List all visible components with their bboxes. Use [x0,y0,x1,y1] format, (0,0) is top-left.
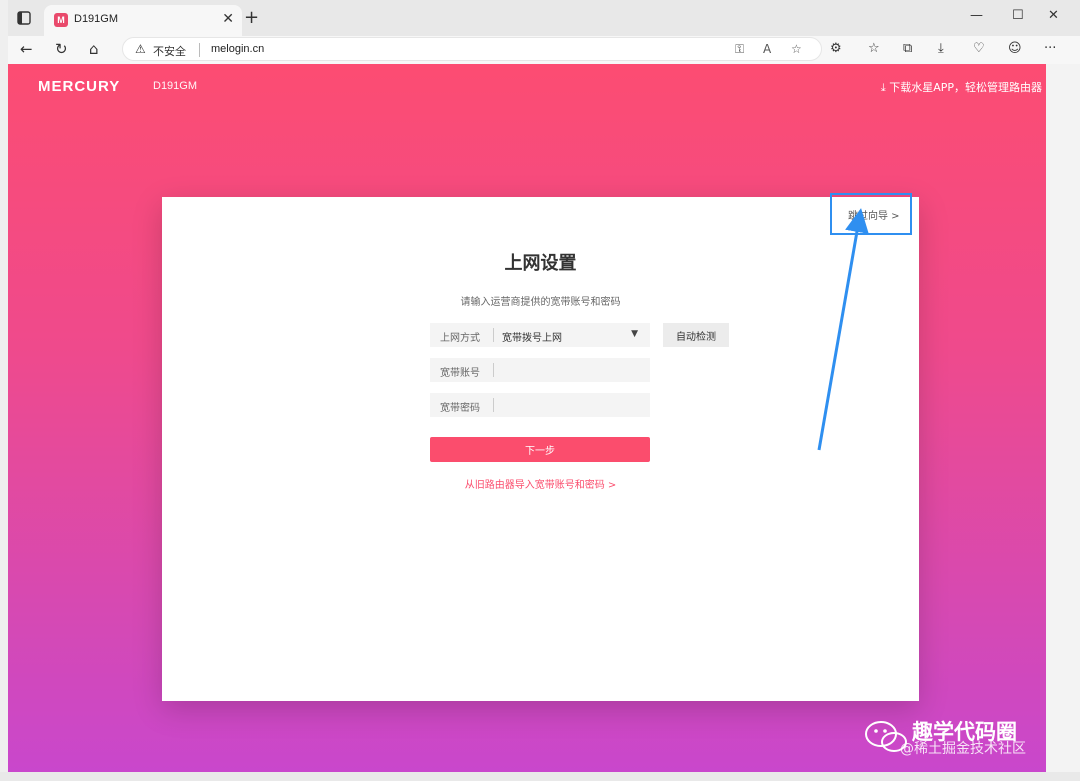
url-divider [199,43,200,57]
favorite-star-icon[interactable]: ☆ [791,42,802,56]
collections-icon[interactable]: ⧉ [903,41,912,56]
desktop-edge-left [0,0,8,781]
password-key-icon[interactable]: ⚿ [735,42,744,57]
tab-title: D191GM [74,13,119,25]
back-icon[interactable]: ← [20,40,33,58]
feedback-icon[interactable]: ☺ [1008,41,1022,56]
router-page: MERCURY D191GM ⤓ 下载水星APP，轻松管理路由器 跳过向导 > … [8,64,1046,772]
browser-essentials-icon[interactable]: ♡ [973,41,985,56]
refresh-icon[interactable]: ↻ [55,40,68,58]
mercury-favicon-icon: M [54,13,68,27]
close-tab-icon[interactable]: ✕ [222,11,234,27]
url-text[interactable]: melogin.cn [211,43,264,55]
window-edge-right [1046,64,1080,772]
tab-actions-icon[interactable] [14,9,34,27]
watermark-sub: @稀土掘金技术社区 [900,741,1026,757]
url-box[interactable]: ⚠ 不安全 melogin.cn ⚿ A ☆ [122,37,822,61]
home-icon[interactable]: ⌂ [89,40,99,58]
browser-tab[interactable]: M D191GM ✕ [44,5,242,36]
window-edge-bottom [0,772,1080,781]
new-tab-icon[interactable]: + [244,7,259,28]
insecure-label[interactable]: 不安全 [153,43,186,59]
read-aloud-icon[interactable]: A [763,42,771,56]
maximize-icon[interactable]: ☐ [1012,8,1024,23]
downloads-icon[interactable]: ⤓ [938,41,944,56]
close-window-icon[interactable]: ✕ [1048,8,1059,23]
annotation-arrow-icon [817,208,869,451]
more-menu-icon[interactable]: ··· [1044,41,1056,56]
address-bar: ← ↻ ⌂ ⚠ 不安全 melogin.cn ⚿ A ☆ ⚙ ☆ ⧉ ⤓ ♡ ☺… [8,36,1080,64]
warning-icon[interactable]: ⚠ [135,42,146,56]
watermark: 趣学代码圈 @稀土掘金技术社区 [864,716,1064,766]
favorites-icon[interactable]: ☆ [868,41,880,56]
tab-bar: M D191GM ✕ + — ☐ ✕ [8,0,1080,36]
extensions-icon[interactable]: ⚙ [830,41,842,56]
minimize-icon[interactable]: — [970,8,983,23]
